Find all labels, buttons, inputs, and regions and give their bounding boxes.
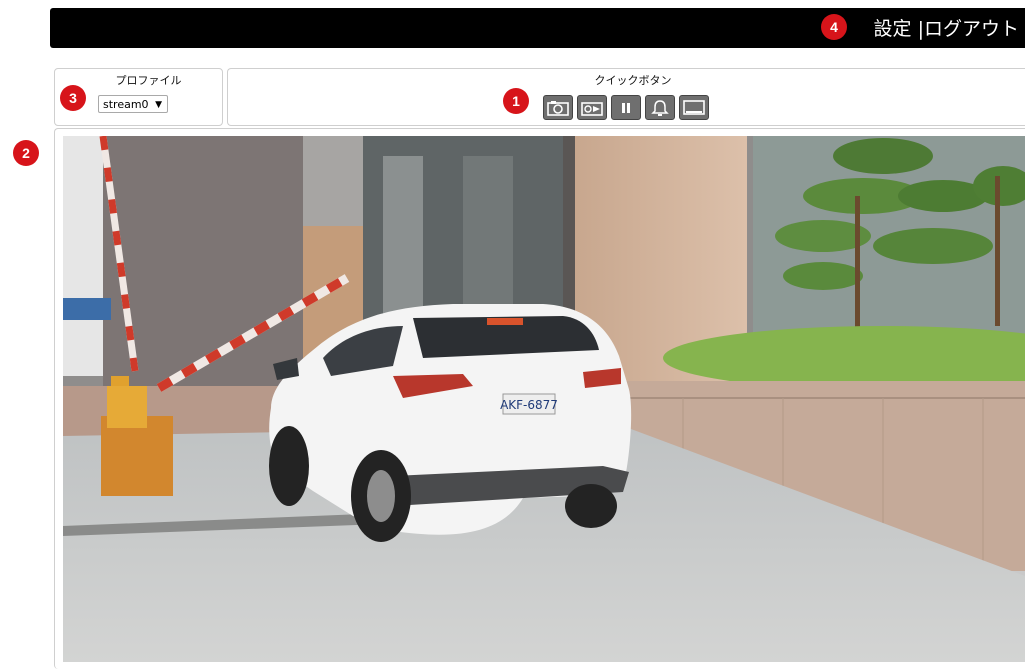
video-frame-image: AKF-6877 [63, 136, 1025, 662]
header-links: 設定 |ログアウト [874, 14, 1019, 41]
quick-buttons-row [543, 95, 709, 120]
dropdown-arrow-icon: ▼ [155, 100, 162, 110]
profile-title: プロファイル [115, 74, 182, 87]
display-icon [683, 99, 705, 115]
logout-link[interactable]: ログアウト [924, 18, 1019, 40]
stream-select-value: stream0 [103, 98, 149, 111]
alarm-bell-icon [651, 99, 669, 116]
pause-icon [622, 102, 630, 113]
quick-buttons-panel: クイックボタン [227, 68, 1025, 126]
license-plate-text: AKF-6877 [500, 398, 558, 412]
callout-badge-4: 4 [821, 14, 847, 40]
stream-select[interactable]: stream0 ▼ [98, 95, 168, 113]
display-button[interactable] [679, 95, 709, 120]
snapshot-icon [547, 100, 569, 116]
callout-badge-1: 1 [503, 88, 529, 114]
callout-badge-2: 2 [13, 140, 39, 166]
quick-buttons-title: クイックボタン [594, 74, 672, 87]
top-header-bar: 設定 |ログアウト [50, 8, 1025, 48]
alarm-button[interactable] [645, 95, 675, 120]
snapshot-button[interactable] [543, 95, 573, 120]
callout-badge-3: 3 [60, 85, 86, 111]
live-video-view[interactable]: AKF-6877 [63, 136, 1025, 662]
record-icon [581, 101, 603, 116]
settings-link[interactable]: 設定 [874, 18, 912, 40]
pause-button[interactable] [611, 95, 641, 120]
record-button[interactable] [577, 95, 607, 120]
